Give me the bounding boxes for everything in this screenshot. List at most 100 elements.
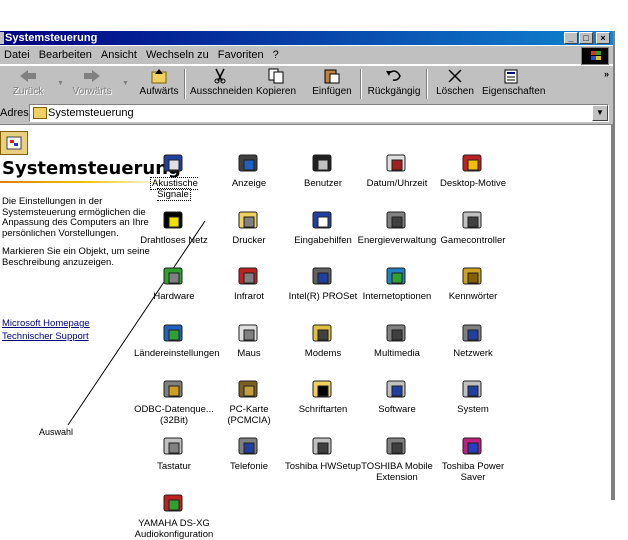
system-computer-icon xyxy=(460,377,486,403)
printer-folder-icon xyxy=(236,208,262,234)
item-label: ODBC-Datenque... (32Bit) xyxy=(134,404,214,426)
address-bar: Adresse Systemsteuerung ▼ xyxy=(0,102,613,125)
control-panel-item[interactable]: PC-Karte (PCMCIA) xyxy=(209,377,289,426)
pc-card-icon xyxy=(236,377,262,403)
control-panel-item[interactable]: Toshiba HWSetup xyxy=(283,434,363,473)
item-label: Internetoptionen xyxy=(362,291,432,302)
control-panel-item[interactable]: Infrarot xyxy=(209,264,289,303)
control-panel-item[interactable]: Schriftarten xyxy=(283,377,363,416)
control-panel-item[interactable]: Maus xyxy=(209,321,289,360)
calendar-clock-icon xyxy=(384,151,410,177)
address-input[interactable]: Systemsteuerung ▼ xyxy=(29,104,609,122)
undo-icon xyxy=(384,68,404,84)
item-label: Kennwörter xyxy=(448,291,498,302)
copy-button[interactable]: Kopieren xyxy=(254,68,298,97)
technical-support-link[interactable]: Technischer Support xyxy=(2,331,89,342)
item-label: Anzeige xyxy=(231,178,267,189)
multimedia-icon xyxy=(384,321,410,347)
menu-ansicht[interactable]: Ansicht xyxy=(101,49,137,61)
address-dropdown-button[interactable]: ▼ xyxy=(592,105,608,121)
undo-button[interactable]: Rückgängig xyxy=(366,68,422,97)
paste-icon xyxy=(322,68,342,84)
control-panel-item[interactable]: Akustische Signale xyxy=(134,151,214,201)
fonts-folder-icon xyxy=(310,377,336,403)
back-button[interactable]: Zurück xyxy=(6,68,50,97)
control-panel-item[interactable]: Intel(R) PROSet xyxy=(283,264,363,303)
speaker-icon xyxy=(161,151,187,177)
control-panel-item[interactable]: Kennwörter xyxy=(433,264,513,303)
window-title: Systemsteuerung xyxy=(5,32,98,44)
control-panel-item[interactable]: Hardware xyxy=(134,264,214,303)
menu-favoriten[interactable]: Favoriten xyxy=(218,49,264,61)
up-button[interactable]: Aufwärts xyxy=(138,68,180,97)
delete-button[interactable]: Löschen xyxy=(432,68,478,97)
menu-datei[interactable]: Datei xyxy=(4,49,30,61)
toshiba-power-icon xyxy=(460,434,486,460)
control-panel-item[interactable]: Multimedia xyxy=(357,321,437,360)
scissors-icon xyxy=(210,68,230,84)
back-dropdown-icon[interactable]: ▼ xyxy=(57,80,64,87)
forward-button[interactable]: Vorwärts xyxy=(70,68,114,97)
annotation-label: Auswahl xyxy=(39,427,74,437)
control-panel-window: Systemsteuerung _ □ × Datei Bearbeiten A… xyxy=(0,31,615,539)
control-panel-item[interactable]: Gamecontroller xyxy=(433,208,513,247)
menu-help[interactable]: ? xyxy=(273,49,279,61)
properties-button[interactable]: Eigenschaften xyxy=(482,68,545,97)
item-label: Datum/Uhrzeit xyxy=(366,178,428,189)
item-label: Akustische Signale xyxy=(150,177,198,201)
address-value: Systemsteuerung xyxy=(48,107,134,119)
control-panel-item[interactable]: Software xyxy=(357,377,437,416)
control-panel-item[interactable]: ODBC-Datenque... (32Bit) xyxy=(134,377,214,426)
microsoft-homepage-link[interactable]: Microsoft Homepage xyxy=(2,318,90,329)
control-panel-item[interactable]: Telefonie xyxy=(209,434,289,473)
joystick-icon xyxy=(460,208,486,234)
toolbar-overflow-icon[interactable]: » xyxy=(604,69,609,79)
title-bar[interactable]: Systemsteuerung _ □ × xyxy=(0,31,613,45)
control-panel-item[interactable]: Toshiba Power Saver xyxy=(433,434,513,483)
control-panel-item[interactable]: TOSHIBA Mobile Extension xyxy=(357,434,437,483)
properties-icon xyxy=(501,68,521,84)
control-panel-folder-icon xyxy=(33,107,47,119)
hardware-icon xyxy=(161,264,187,290)
window-border xyxy=(611,125,613,500)
item-label: Gamecontroller xyxy=(440,235,506,246)
menu-bearbeiten[interactable]: Bearbeiten xyxy=(39,49,92,61)
users-icon xyxy=(310,151,336,177)
window-icon[interactable] xyxy=(0,32,4,44)
maximize-button[interactable]: □ xyxy=(579,32,593,44)
item-label: Toshiba Power Saver xyxy=(441,461,505,483)
item-label: Ländereinstellungen xyxy=(134,348,220,359)
item-label: Desktop-Motive xyxy=(440,178,506,189)
forward-dropdown-icon[interactable]: ▼ xyxy=(122,80,129,87)
control-panel-item[interactable]: Tastatur xyxy=(134,434,214,473)
telephony-icon xyxy=(236,434,262,460)
control-panel-item[interactable]: Drahtloses Netz xyxy=(134,208,214,247)
control-panel-item[interactable]: Modems xyxy=(283,321,363,360)
control-panel-item[interactable]: YAMAHA DS-XG Audiokonfiguration xyxy=(134,491,214,540)
control-panel-item[interactable]: Desktop-Motive xyxy=(433,151,513,190)
forward-arrow-icon xyxy=(82,68,102,84)
control-panel-item[interactable]: Benutzer xyxy=(283,151,363,190)
control-panel-item[interactable]: Datum/Uhrzeit xyxy=(357,151,437,190)
minimize-button[interactable]: _ xyxy=(564,32,578,44)
item-label: Schriftarten xyxy=(298,404,348,415)
control-panel-item[interactable]: Anzeige xyxy=(209,151,289,190)
control-panel-item[interactable]: System xyxy=(433,377,513,416)
control-panel-item[interactable]: Internetoptionen xyxy=(357,264,437,303)
control-panel-item[interactable]: Drucker xyxy=(209,208,289,247)
close-button[interactable]: × xyxy=(596,32,610,44)
windows-logo-icon xyxy=(581,47,609,65)
cut-button[interactable]: Ausschneiden xyxy=(190,68,253,97)
control-panel-item[interactable]: Ländereinstellungen xyxy=(134,321,220,360)
paste-button[interactable]: Einfügen xyxy=(310,68,354,97)
accessibility-icon xyxy=(310,208,336,234)
menu-wechseln-zu[interactable]: Wechseln zu xyxy=(146,49,209,61)
item-label: Hardware xyxy=(153,291,195,302)
control-panel-item[interactable]: Netzwerk xyxy=(433,321,513,360)
control-panel-item[interactable]: Eingabehilfen xyxy=(283,208,363,247)
control-panel-item[interactable]: Energieverwaltung xyxy=(357,208,437,247)
globe-icon xyxy=(161,321,187,347)
intel-proset-icon xyxy=(310,264,336,290)
software-icon xyxy=(384,377,410,403)
item-label: Software xyxy=(378,404,416,415)
